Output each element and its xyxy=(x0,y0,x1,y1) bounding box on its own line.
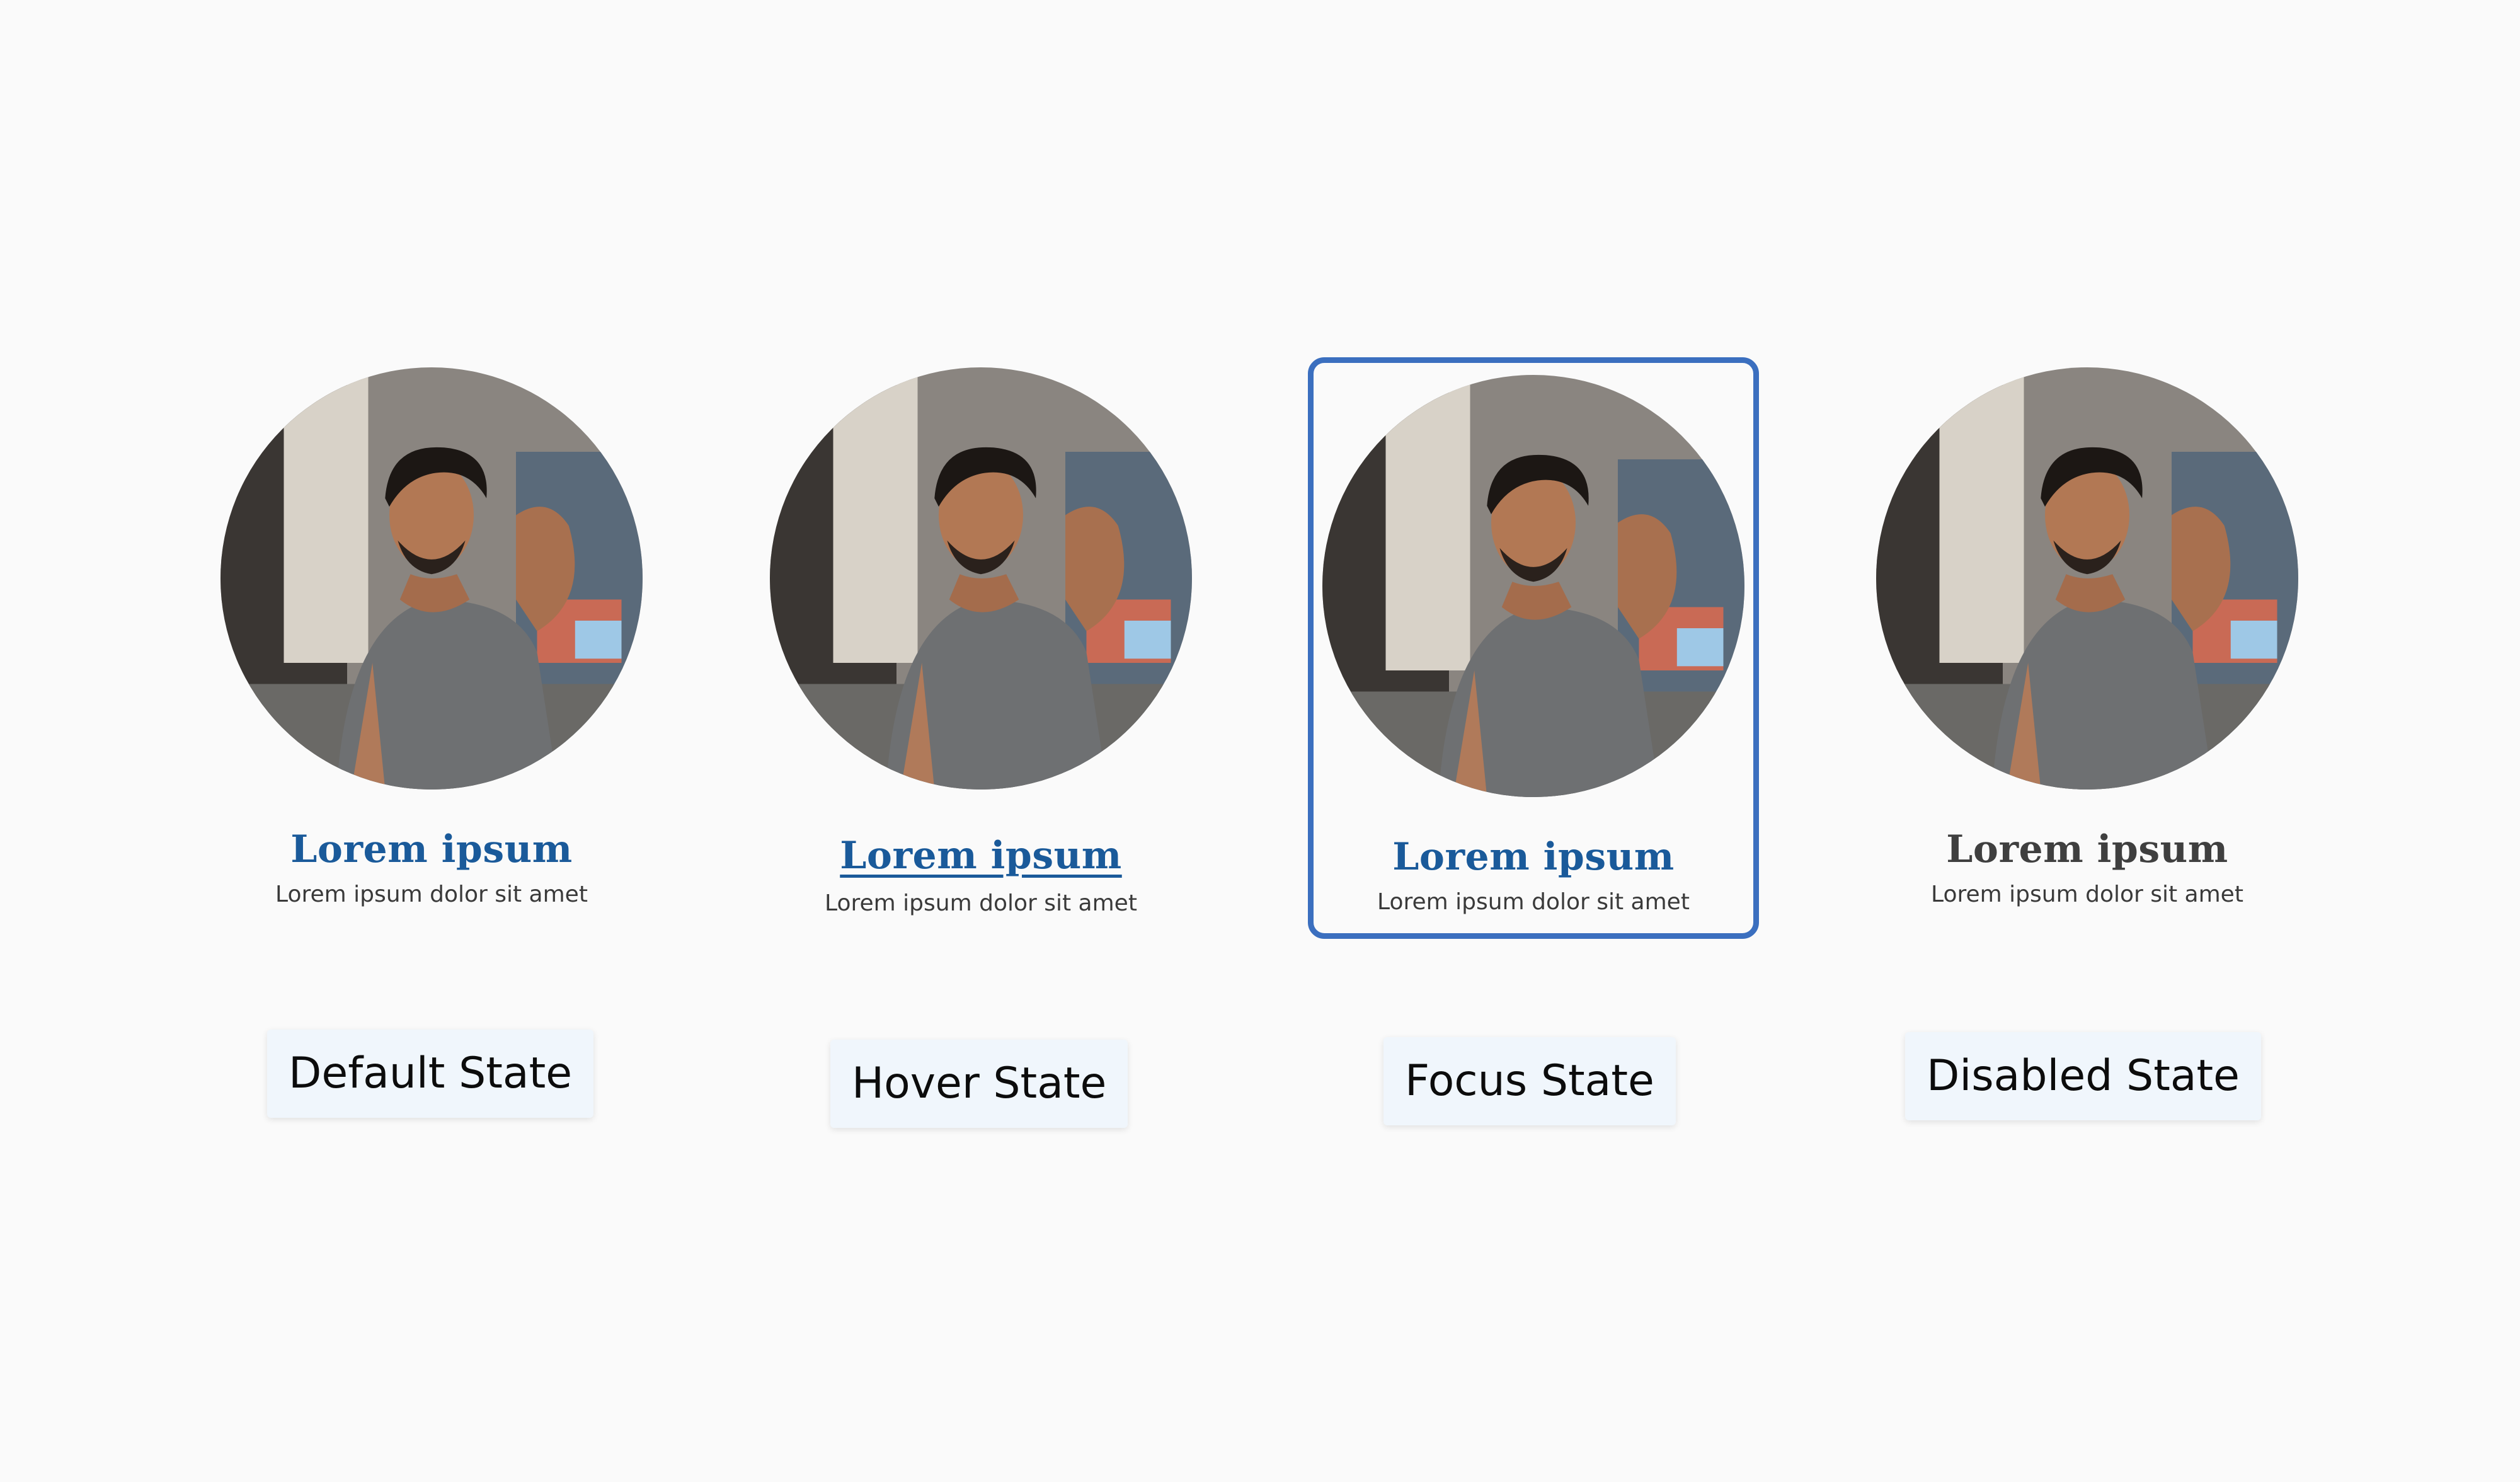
profile-description: Lorem ipsum dolor sit amet xyxy=(825,890,1137,916)
avatar xyxy=(220,367,643,790)
profile-name-link[interactable]: Lorem ipsum xyxy=(760,834,1201,878)
profile-card-default[interactable]: Lorem ipsum Lorem ipsum dolor sit amet xyxy=(211,367,652,907)
profile-card-disabled: Lorem ipsum Lorem ipsum dolor sit amet xyxy=(1867,367,2308,907)
profile-name-link[interactable]: Lorem ipsum xyxy=(1313,835,1754,879)
state-label-hover: Hover State xyxy=(830,1040,1128,1128)
avatar xyxy=(770,367,1192,790)
profile-card-focus[interactable]: Lorem ipsum Lorem ipsum dolor sit amet xyxy=(1313,375,1754,915)
state-label-default: Default State xyxy=(267,1030,594,1118)
profile-name-link[interactable]: Lorem ipsum xyxy=(211,827,652,871)
avatar xyxy=(1876,367,2298,790)
state-label-focus: Focus State xyxy=(1383,1037,1676,1125)
profile-description: Lorem ipsum dolor sit amet xyxy=(1931,882,2243,907)
profile-name: Lorem ipsum xyxy=(1946,827,2228,871)
person-photo-avatar xyxy=(220,367,643,790)
state-label-disabled: Disabled State xyxy=(1905,1032,2262,1120)
profile-description: Lorem ipsum dolor sit amet xyxy=(275,882,588,907)
profile-card-hover[interactable]: Lorem ipsum Lorem ipsum dolor sit amet xyxy=(760,367,1201,916)
avatar xyxy=(1322,375,1744,797)
person-photo-avatar xyxy=(1322,375,1744,797)
person-photo-avatar xyxy=(770,367,1192,790)
profile-description: Lorem ipsum dolor sit amet xyxy=(1377,889,1690,915)
person-photo-avatar xyxy=(1876,367,2298,790)
